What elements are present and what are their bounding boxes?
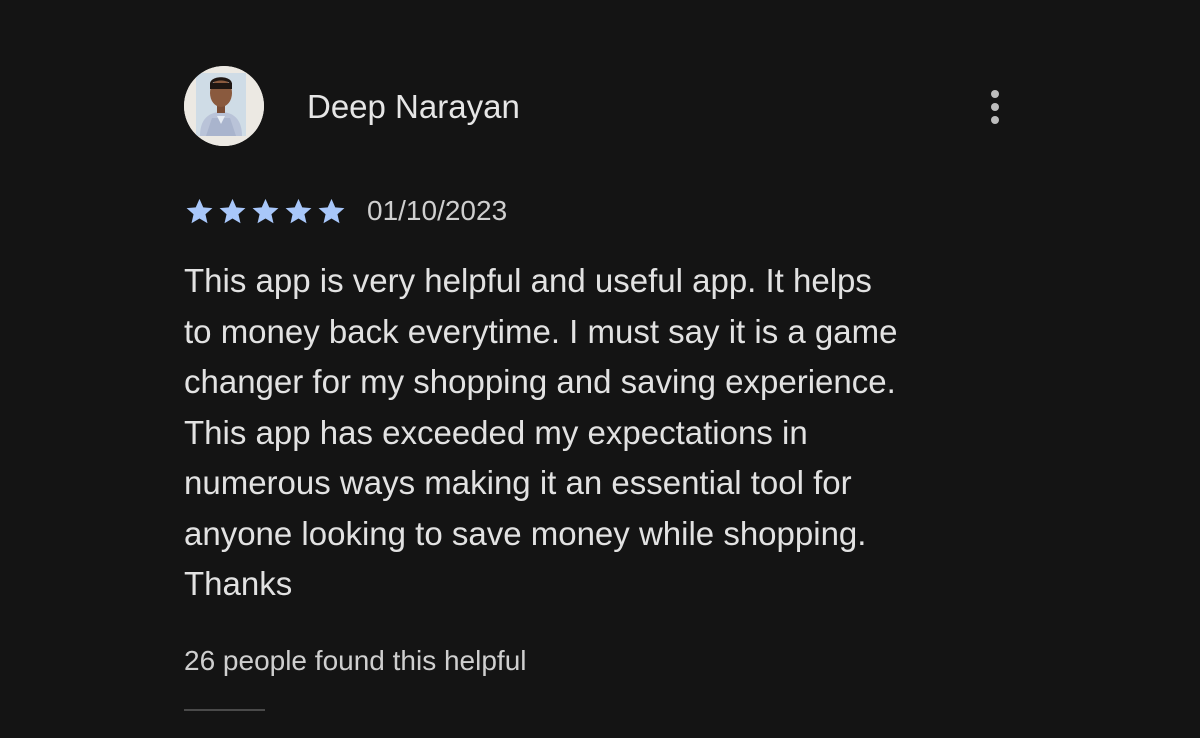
- star-filled-icon: [316, 196, 347, 227]
- star-filled-icon: [217, 196, 248, 227]
- review-text-line: anyone looking to save money while shopp…: [184, 514, 867, 552]
- review-text-line: This app has exceeded my expectations in: [184, 413, 808, 451]
- star-rating: [184, 196, 347, 227]
- profile-photo-icon: [184, 66, 264, 146]
- review-text-line: This app is very helpful and useful app.…: [184, 262, 872, 299]
- reviewer-avatar[interactable]: [184, 66, 264, 146]
- star-filled-icon: [283, 196, 314, 227]
- reviewer-name: Deep Narayan: [307, 88, 520, 125]
- review-text-line: to money back everytime. I must say it i…: [184, 312, 898, 350]
- more-options-button[interactable]: [979, 84, 1011, 130]
- helpful-count: 26 people found this helpful: [184, 645, 527, 676]
- review-text-line: numerous ways making it an essential too…: [184, 464, 852, 501]
- star-filled-icon: [250, 196, 281, 227]
- star-filled-icon: [184, 196, 215, 227]
- review-text-line: Thanks: [184, 565, 293, 602]
- review-card: Deep Narayan 01/10/2023 This app is very…: [0, 0, 1200, 738]
- review-date: 01/10/2023: [367, 195, 508, 226]
- rating-row: 01/10/2023: [184, 193, 507, 229]
- more-vertical-icon-dot: [991, 116, 999, 124]
- review-text-line: changer for my shopping and saving exper…: [184, 363, 896, 400]
- divider: [184, 709, 265, 711]
- more-vertical-icon-dot: [991, 103, 999, 111]
- review-text: This app is very helpful and useful app.…: [184, 256, 1044, 610]
- more-vertical-icon-dot: [991, 90, 999, 98]
